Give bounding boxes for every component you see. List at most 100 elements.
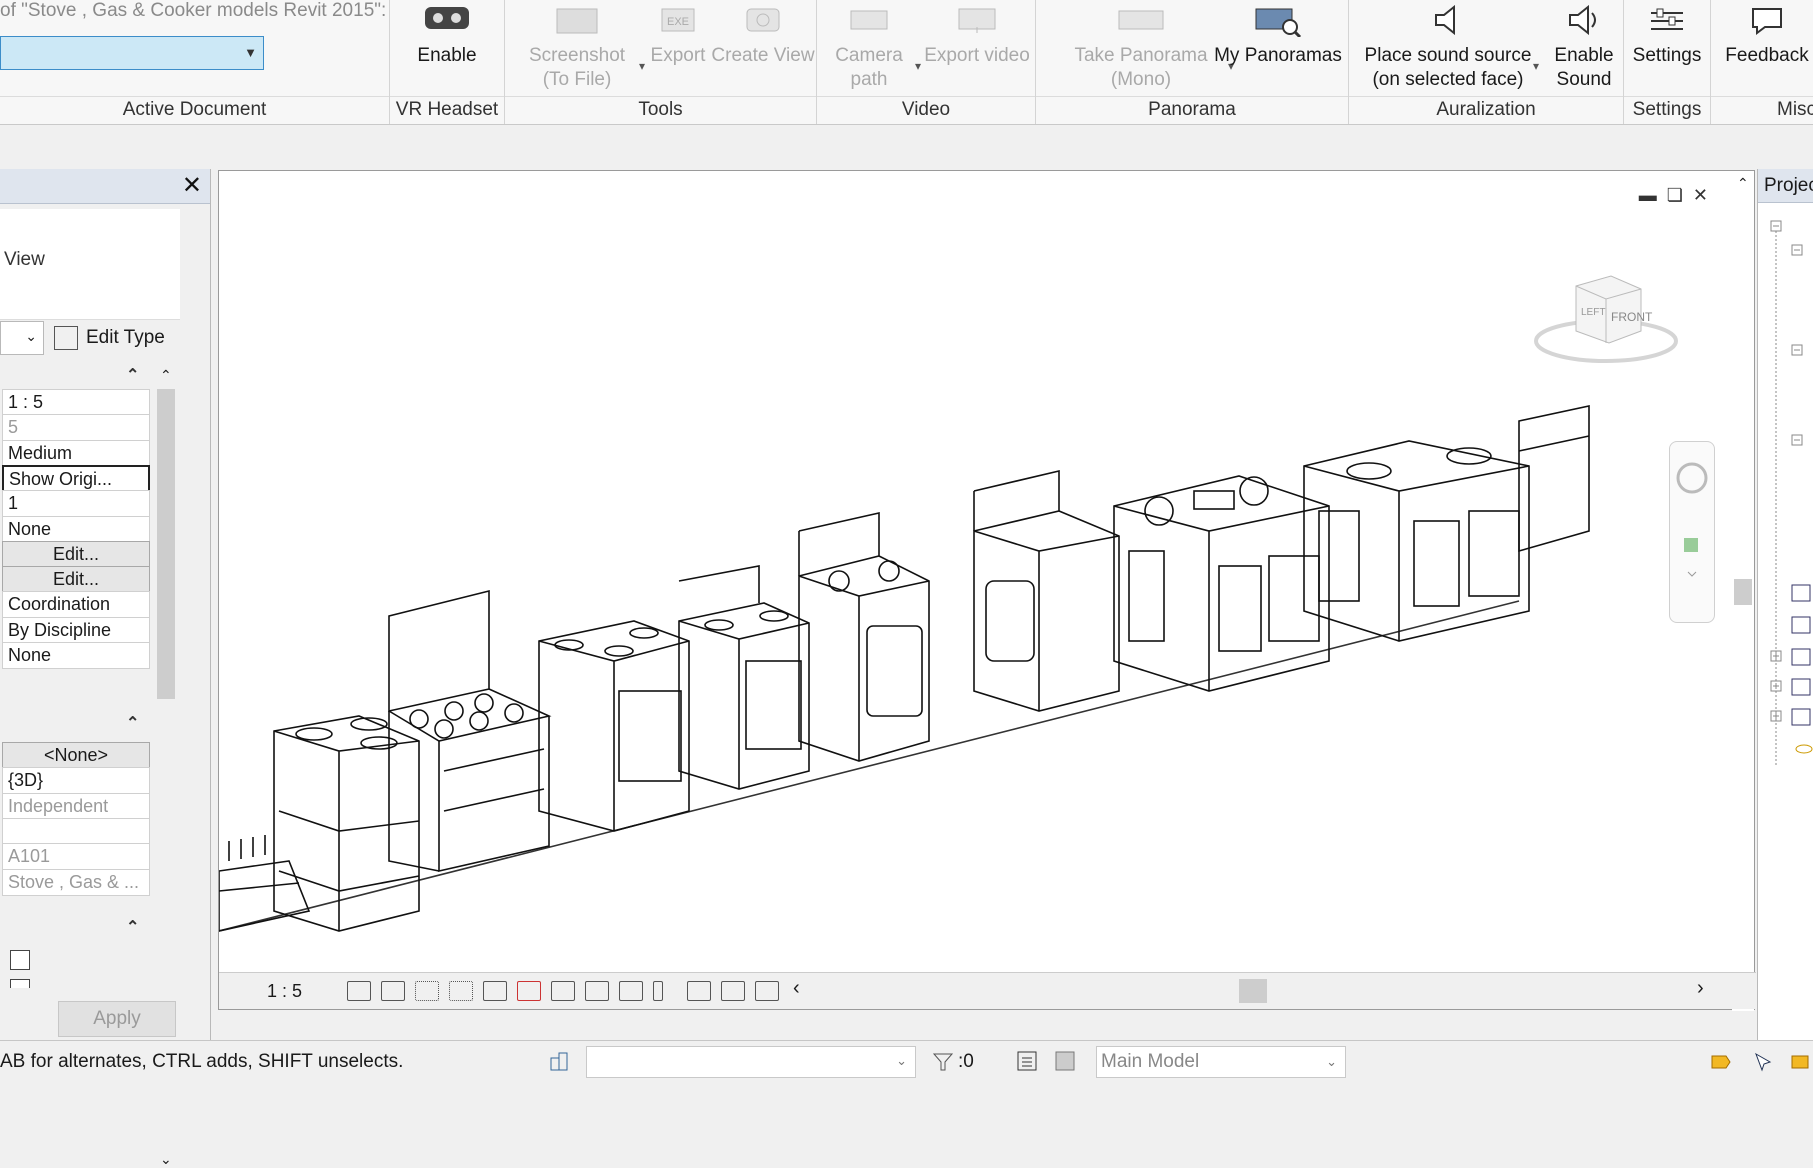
- viewport-vscroll-thumb[interactable]: [1734, 579, 1752, 605]
- my-panoramas-button[interactable]: My Panoramas: [1210, 0, 1346, 68]
- viewport-hscroll-thumb[interactable]: [1239, 979, 1267, 1003]
- analytical-model-icon[interactable]: [755, 981, 779, 1001]
- viewport-vertical-scrollbar[interactable]: ⌃ ⌄: [1732, 171, 1754, 1011]
- panel-tools: Screenshot (To File) ▾ EXE Export Create…: [505, 0, 817, 124]
- apply-button[interactable]: Apply: [58, 1001, 176, 1037]
- property-value[interactable]: [2, 817, 150, 845]
- property-value[interactable]: By Discipline: [2, 616, 150, 644]
- show-crop-icon[interactable]: [551, 981, 575, 1001]
- stove-wireframe-drawing[interactable]: [219, 171, 1729, 971]
- stove-model[interactable]: [538, 620, 690, 832]
- property-button[interactable]: Edit...: [2, 540, 150, 568]
- place-sound-label-2: (on selected face): [1372, 69, 1524, 90]
- worksharing-display-icon[interactable]: [721, 981, 745, 1001]
- video-export-icon: [953, 0, 1001, 40]
- property-value[interactable]: None: [2, 515, 150, 543]
- property-value[interactable]: Stove , Gas & ...: [2, 868, 150, 896]
- stove-model[interactable]: [1303, 440, 1530, 642]
- screenshot-button[interactable]: Screenshot (To File) ▾: [521, 0, 645, 92]
- detail-level-icon[interactable]: [347, 981, 371, 1001]
- feedback-button[interactable]: Feedback: [1717, 0, 1813, 68]
- reveal-hidden-icon[interactable]: [653, 981, 663, 1001]
- filter-icon[interactable]: [932, 1050, 954, 1072]
- stove-model[interactable]: [678, 565, 810, 790]
- panel-settings: Settings Settings: [1624, 0, 1711, 124]
- collapse-group-icon[interactable]: ⌃: [126, 365, 139, 385]
- hide-isolate-icon[interactable]: [619, 981, 643, 1001]
- property-value[interactable]: None: [2, 642, 150, 669]
- screenshot-label-1: Screenshot: [528, 45, 626, 66]
- scroll-up-icon[interactable]: ⌃: [160, 367, 172, 384]
- scroll-left-icon[interactable]: ‹: [793, 977, 800, 1000]
- 3d-viewport[interactable]: FRONT LEFT ▬❏✕ ⌃ ⌄ 1 : 5 ‹ ›: [218, 170, 1756, 1011]
- scroll-down-icon[interactable]: ⌄: [160, 1151, 172, 1168]
- property-checkbox[interactable]: [10, 950, 30, 970]
- export-label: Export: [650, 45, 706, 66]
- svg-text:EXE: EXE: [667, 16, 689, 28]
- collapse-group-icon[interactable]: ⌃: [126, 917, 139, 937]
- stove-model[interactable]: [973, 469, 1120, 712]
- select-pinned-icon[interactable]: [1790, 1050, 1812, 1072]
- property-button[interactable]: Edit...: [2, 566, 150, 594]
- type-selector[interactable]: View: [0, 209, 180, 320]
- window-controls[interactable]: ▬❏✕: [1639, 185, 1718, 206]
- panel-title-settings: Settings: [1624, 96, 1710, 123]
- viewcube[interactable]: FRONT LEFT: [1531, 271, 1681, 371]
- settings-button[interactable]: Settings: [1626, 0, 1708, 68]
- design-options-icon[interactable]: [1054, 1050, 1076, 1072]
- project-browser-tree[interactable]: [1758, 205, 1813, 765]
- edit-type-icon: [54, 325, 78, 350]
- active-document-select[interactable]: ▼: [0, 36, 264, 70]
- enable-sound-button[interactable]: Enable Sound: [1549, 0, 1619, 92]
- workset-dropdown[interactable]: ⌄: [586, 1046, 916, 1078]
- enable-vr-label: Enable: [417, 45, 477, 66]
- select-links-icon[interactable]: [1710, 1050, 1732, 1072]
- place-sound-source-button[interactable]: Place sound source (on selected face) ▾: [1363, 0, 1539, 92]
- edit-type-button[interactable]: Edit Type: [54, 321, 165, 355]
- editing-requests-icon[interactable]: [1016, 1050, 1038, 1072]
- property-value[interactable]: Independent: [2, 792, 150, 820]
- create-view-label: Create View: [711, 45, 815, 66]
- render-icon[interactable]: [483, 981, 507, 1001]
- stove-model[interactable]: [388, 589, 552, 873]
- instance-filter-dropdown[interactable]: ⌄: [0, 321, 44, 355]
- sun-path-icon[interactable]: [415, 981, 439, 1001]
- take-panorama-button[interactable]: Take Panorama (Mono) ▾: [1056, 0, 1234, 92]
- property-value[interactable]: {3D}: [2, 767, 150, 795]
- close-icon[interactable]: ✕: [182, 171, 202, 200]
- enable-vr-button[interactable]: Enable: [406, 0, 488, 68]
- property-button[interactable]: <None>: [2, 742, 150, 769]
- stove-model[interactable]: [798, 512, 930, 762]
- stove-model[interactable]: [1113, 475, 1330, 692]
- design-option-dropdown[interactable]: ⌄ Main Model: [1096, 1046, 1346, 1078]
- view-scale[interactable]: 1 : 5: [267, 981, 302, 1002]
- scroll-up-icon[interactable]: ⌃: [1737, 175, 1749, 192]
- property-value[interactable]: 1 : 5: [2, 389, 150, 416]
- property-value[interactable]: 5: [2, 414, 150, 442]
- export-button[interactable]: EXE Export: [645, 0, 711, 68]
- lock-view-icon[interactable]: [585, 981, 609, 1001]
- create-view-button[interactable]: Create View: [711, 0, 815, 68]
- property-value[interactable]: A101: [2, 843, 150, 871]
- property-value[interactable]: Coordination: [2, 591, 150, 619]
- property-value[interactable]: Show Origi...: [2, 464, 150, 492]
- export-video-button[interactable]: Export video: [921, 0, 1033, 68]
- screenshot-label-2: (To File): [542, 69, 612, 90]
- property-value[interactable]: 1: [2, 490, 150, 518]
- shadows-icon[interactable]: [449, 981, 473, 1001]
- visual-style-icon[interactable]: [381, 981, 405, 1001]
- temporary-properties-icon[interactable]: [687, 981, 711, 1001]
- property-value[interactable]: Medium: [2, 439, 150, 467]
- crop-view-icon[interactable]: [517, 981, 541, 1001]
- scroll-right-icon[interactable]: ›: [1697, 977, 1704, 1000]
- stove-model[interactable]: [219, 835, 311, 932]
- collapse-group-icon[interactable]: ⌃: [126, 713, 139, 733]
- properties-palette: ✕ View ⌄ Edit Type ⌃ ⌃ ⌃ ⌃ ⌄ Apply 1 : 5…: [0, 169, 211, 1167]
- worksets-icon[interactable]: [548, 1050, 570, 1072]
- properties-scroll-thumb[interactable]: [157, 389, 175, 699]
- camera-path-button[interactable]: Camera path ▾: [829, 0, 921, 92]
- type-selector-label: View: [4, 249, 45, 270]
- select-underlay-icon[interactable]: [1752, 1050, 1774, 1072]
- navigation-bar[interactable]: [1669, 441, 1715, 623]
- property-checkbox[interactable]: [10, 979, 30, 988]
